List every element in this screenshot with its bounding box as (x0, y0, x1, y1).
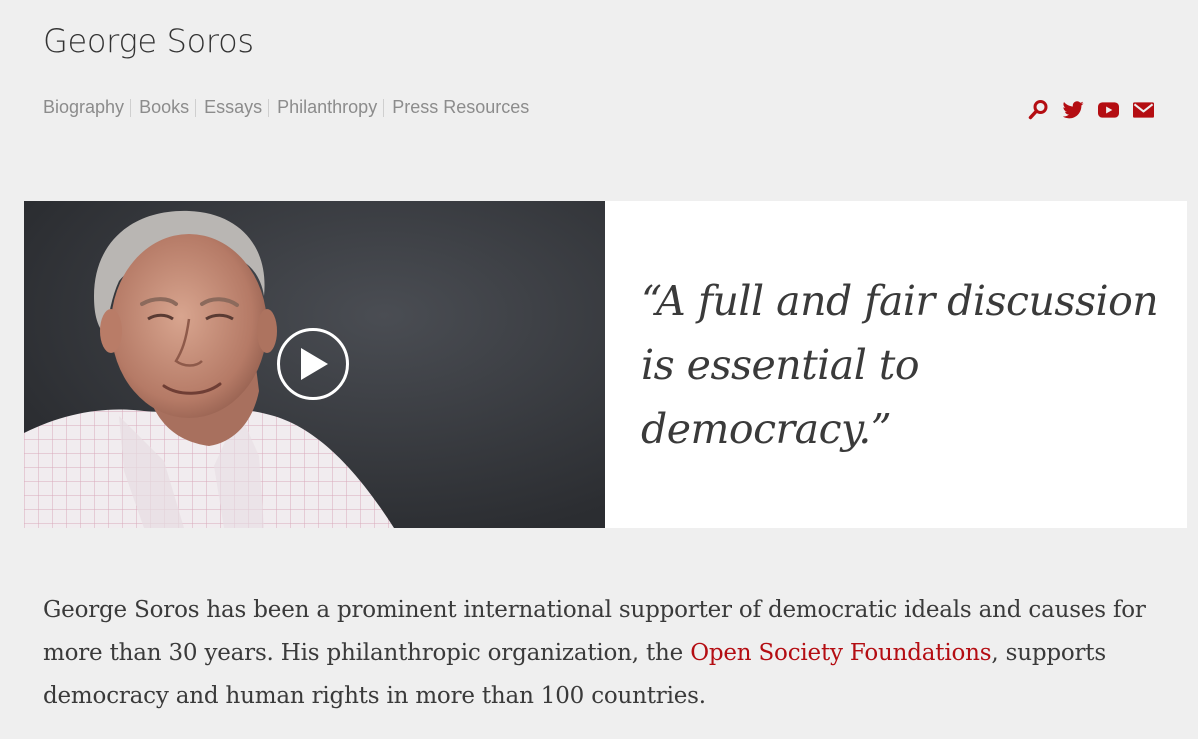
nav-separator (268, 98, 270, 117)
intro-paragraph: George Soros has been a prominent intern… (43, 589, 1163, 718)
nav-item-books[interactable]: Books (139, 97, 189, 118)
video-player[interactable] (24, 201, 605, 528)
search-icon[interactable] (1028, 99, 1049, 120)
nav-separator (130, 98, 132, 117)
play-button[interactable] (277, 328, 349, 400)
quote-panel: “A full and fair discussion is essential… (605, 201, 1187, 528)
main-nav: Biography Books Essays Philanthropy Pres… (43, 97, 529, 118)
hero-section: “A full and fair discussion is essential… (24, 201, 1187, 528)
site-title[interactable]: George Soros (43, 22, 254, 60)
twitter-icon[interactable] (1063, 99, 1084, 120)
play-icon (301, 348, 328, 380)
nav-separator (195, 98, 197, 117)
nav-item-biography[interactable]: Biography (43, 97, 124, 118)
nav-item-philanthropy[interactable]: Philanthropy (277, 97, 377, 118)
hero-quote: “A full and fair discussion is essential… (641, 269, 1161, 461)
email-icon[interactable] (1133, 99, 1154, 120)
open-society-foundations-link[interactable]: Open Society Foundations (690, 640, 991, 666)
quote-line-1: “A full and fair discussion (641, 276, 1159, 325)
nav-item-press-resources[interactable]: Press Resources (392, 97, 529, 118)
youtube-icon[interactable] (1098, 99, 1119, 120)
nav-separator (383, 98, 385, 117)
quote-line-2: is essential to democracy.” (641, 340, 920, 453)
social-links (1028, 99, 1154, 120)
nav-item-essays[interactable]: Essays (204, 97, 262, 118)
